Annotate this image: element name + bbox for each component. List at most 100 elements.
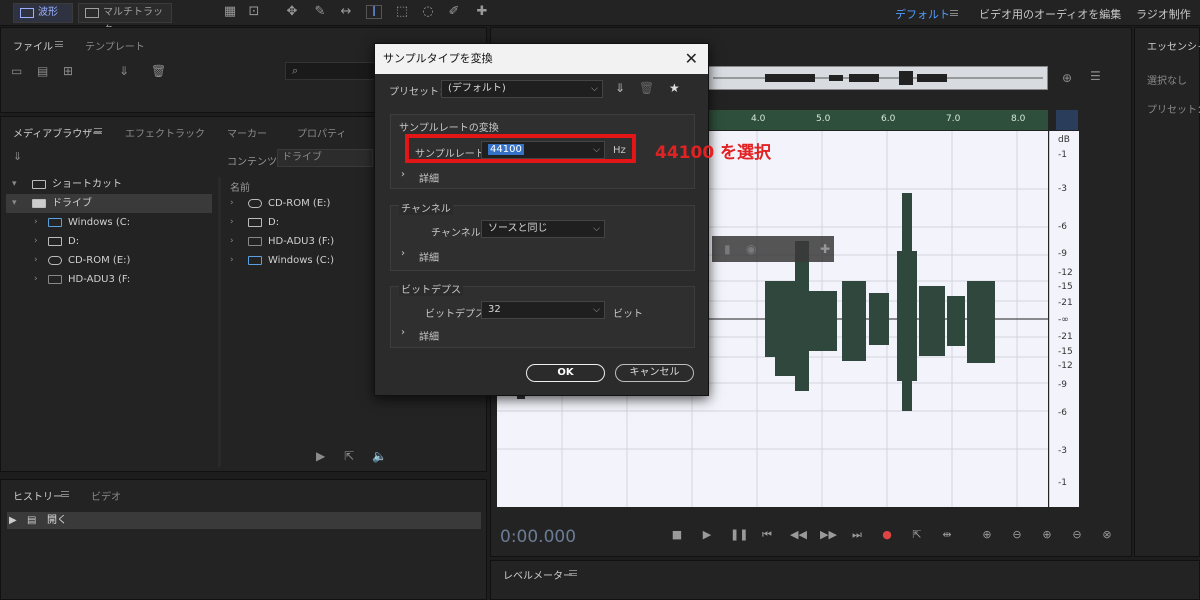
open-folder-icon[interactable]: ▭ — [11, 65, 22, 77]
move-tool-icon[interactable]: ✥ — [284, 5, 300, 19]
tree-item-label: ドライブ — [52, 198, 92, 209]
tab-properties[interactable]: プロパティ — [297, 125, 346, 140]
download-icon[interactable]: ⇓ — [13, 151, 22, 163]
spectral-display-icon[interactable]: ▦ — [222, 5, 238, 19]
tab-effects-rack[interactable]: エフェクトラック — [125, 125, 205, 140]
zoom-nav-icon[interactable]: ⊕ — [1062, 72, 1072, 84]
sample-rate-group-label: サンプルレートの変換 — [399, 123, 499, 134]
preset-label: プリセット： — [1147, 105, 1200, 116]
zoom-out-time-icon[interactable]: ⊖ — [1070, 528, 1084, 542]
tree-item-shortcuts[interactable]: ▾ ショートカット — [6, 175, 212, 194]
tree-item-hdadu3[interactable]: › HD-ADU3 (F: — [6, 270, 212, 289]
insert-to-editor-icon[interactable]: ⇱ — [344, 450, 354, 462]
waveform-view-button[interactable]: 波形 — [13, 3, 73, 23]
skip-back-icon[interactable]: ⏮ — [760, 528, 774, 542]
bit-depth-select[interactable]: 32 ⌵ — [481, 301, 605, 319]
zoom-out-amplitude-icon[interactable]: ⊖ — [1010, 528, 1024, 542]
preset-select[interactable]: (デフォルト) ⌵ — [441, 80, 603, 98]
tree-item-drives[interactable]: ▾ ドライブ — [6, 194, 212, 213]
skip-forward-icon[interactable]: ⏭ — [850, 528, 864, 542]
level-meter-menu-icon[interactable] — [569, 570, 577, 576]
db-label: -1 — [1058, 150, 1067, 160]
razor-tool-icon[interactable]: ✎ — [312, 5, 328, 19]
record-icon[interactable]: ● — [880, 528, 894, 542]
files-search-input[interactable]: ⌕ — [285, 62, 377, 80]
zoom-full-icon[interactable]: ⊗ — [1100, 528, 1114, 542]
chevron-right-icon: › — [34, 236, 38, 246]
details-toggle[interactable]: 詳細 — [419, 249, 439, 264]
waveform-overview[interactable] — [708, 66, 1048, 90]
cancel-button[interactable]: キャンセル — [615, 364, 694, 382]
delete-icon[interactable]: 🗑 — [151, 65, 166, 77]
close-icon[interactable]: ✕ — [685, 50, 698, 68]
cd-icon — [48, 256, 62, 265]
windows-drive-icon — [48, 218, 62, 227]
workspace-menu-icon[interactable] — [950, 10, 958, 16]
multitrack-view-button[interactable]: マルチトラック — [78, 3, 172, 36]
brush-tool-icon[interactable]: ✐ — [446, 5, 462, 19]
workspace-video[interactable]: ビデオ用のオーディオを編集 — [979, 6, 1121, 22]
zoom-in-time-icon[interactable]: ⊕ — [1040, 528, 1054, 542]
chevron-right-icon[interactable]: › — [401, 327, 405, 338]
play-icon[interactable]: ▶ — [700, 528, 714, 542]
tree-item-cdrom[interactable]: › CD-ROM (E:) — [6, 251, 212, 270]
tree-item-d[interactable]: › D: — [6, 232, 212, 251]
bit-depth-group: ビットデプス ビットデプス： 32 ⌵ ビット › 詳細 — [390, 281, 695, 348]
contents-select[interactable]: ドライブ — [277, 149, 373, 167]
pane-splitter[interactable] — [218, 177, 221, 467]
bit-depth-unit: ビット — [613, 309, 643, 320]
db-label: -12 — [1058, 361, 1073, 371]
pause-icon[interactable]: ❚❚ — [730, 528, 748, 542]
db-label: -9 — [1058, 249, 1067, 259]
marquee-tool-icon[interactable]: ⬚ — [394, 5, 410, 19]
new-file-icon[interactable]: ⊞ — [63, 65, 73, 77]
history-menu-icon[interactable] — [61, 491, 69, 497]
time-selection-tool-icon[interactable]: I — [366, 5, 382, 20]
auto-play-icon[interactable]: 🔈 — [372, 450, 387, 462]
db-label: -6 — [1058, 408, 1067, 418]
list-view-icon[interactable]: ☰ — [1090, 70, 1101, 82]
slip-tool-icon[interactable]: ↔ — [338, 5, 354, 19]
workspace-default[interactable]: デフォルト — [895, 6, 950, 22]
hud-volume-control[interactable]: ▮ ◉ ✚ — [712, 236, 834, 262]
history-item-label: 開く — [47, 515, 67, 526]
stop-icon[interactable]: ■ — [670, 528, 684, 542]
channel-select[interactable]: ソースと同じ ⌵ — [481, 220, 605, 238]
drive-icon — [248, 218, 262, 227]
files-menu-icon[interactable] — [55, 41, 63, 47]
tab-markers[interactable]: マーカー — [227, 125, 267, 140]
tab-media-browser[interactable]: メディアブラウザー — [13, 125, 102, 140]
workspace-radio[interactable]: ラジオ制作 — [1136, 6, 1191, 22]
media-menu-icon[interactable] — [94, 128, 102, 134]
healing-tool-icon[interactable]: ✚ — [474, 5, 490, 19]
chevron-right-icon[interactable]: › — [401, 248, 405, 259]
pitch-display-icon[interactable]: ⊡ — [246, 5, 262, 19]
ok-button[interactable]: OK — [526, 364, 605, 382]
loop-icon[interactable]: ⇱ — [910, 528, 924, 542]
play-preview-icon[interactable]: ▶ — [316, 450, 325, 462]
history-item-open[interactable]: ▶ ▤ 開く — [7, 512, 481, 529]
details-toggle[interactable]: 詳細 — [419, 328, 439, 343]
favorite-star-icon[interactable]: ★ — [669, 82, 680, 94]
insert-icon[interactable]: ⇓ — [119, 65, 129, 77]
tab-video[interactable]: ビデオ — [91, 488, 121, 503]
db-label: -15 — [1058, 282, 1073, 292]
tab-templates[interactable]: テンプレート — [85, 38, 145, 53]
details-toggle[interactable]: 詳細 — [419, 170, 439, 185]
headphone-icon[interactable] — [1056, 110, 1078, 130]
import-icon[interactable]: ▤ — [37, 65, 48, 77]
chevron-right-icon[interactable]: › — [401, 169, 405, 180]
rewind-icon[interactable]: ◀◀ — [790, 528, 807, 542]
lasso-tool-icon[interactable]: ◌ — [420, 5, 436, 19]
channel-group: チャンネル チャンネル： ソースと同じ ⌵ › 詳細 — [390, 200, 695, 271]
skip-selection-icon[interactable]: ⇹ — [940, 528, 954, 542]
column-name[interactable]: 名前 — [230, 179, 250, 194]
tree-item-label: HD-ADU3 (F: — [68, 274, 131, 285]
zoom-in-amplitude-icon[interactable]: ⊕ — [980, 528, 994, 542]
tree-item-windows[interactable]: › Windows (C: — [6, 213, 212, 232]
tab-history[interactable]: ヒストリー — [13, 488, 63, 503]
fast-forward-icon[interactable]: ▶▶ — [820, 528, 837, 542]
save-preset-icon[interactable]: ⇓ — [615, 82, 625, 94]
delete-preset-icon[interactable]: 🗑 — [639, 82, 654, 94]
tab-files[interactable]: ファイル — [13, 38, 53, 53]
